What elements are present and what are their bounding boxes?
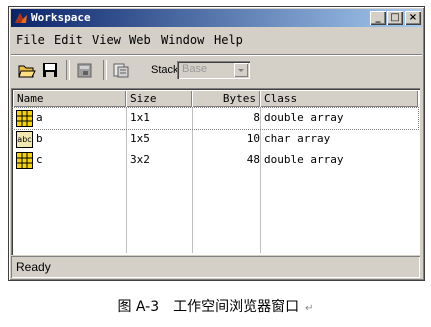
- variable-class: char array: [264, 132, 331, 145]
- caption-text: 图 A-3 工作空间浏览器窗口: [117, 299, 300, 315]
- table-row[interactable]: a 1x1 8 double array: [12, 107, 419, 130]
- matlab-logo-icon: [15, 13, 27, 23]
- stack-dropdown[interactable]: Base: [177, 61, 250, 79]
- menu-file[interactable]: File: [16, 33, 45, 47]
- menu-help[interactable]: Help: [214, 33, 243, 47]
- table-row[interactable]: abc b 1x5 10 char array: [13, 129, 418, 150]
- column-header-size[interactable]: Size: [126, 90, 192, 107]
- menu-edit[interactable]: Edit: [54, 33, 83, 47]
- workspace-window: Workspace _ □ × File Edit View Web Windo…: [8, 6, 425, 281]
- menu-view[interactable]: View: [92, 33, 121, 47]
- workspace-browser-icon[interactable]: [111, 61, 131, 79]
- column-header-class[interactable]: Class: [260, 90, 418, 107]
- menu-bar: File Edit View Web Window Help: [11, 30, 422, 50]
- numeric-array-icon: [16, 152, 33, 169]
- char-array-icon: abc: [16, 131, 33, 148]
- variable-name: c: [36, 153, 43, 166]
- status-bar: Ready: [11, 256, 420, 278]
- menu-window[interactable]: Window: [161, 33, 204, 47]
- numeric-array-icon: [16, 110, 33, 127]
- variable-name: b: [36, 132, 43, 145]
- close-button[interactable]: ×: [405, 11, 421, 25]
- paragraph-mark: ↵: [305, 303, 314, 314]
- variable-bytes: 48: [246, 153, 260, 166]
- toolbar-separator: [103, 60, 107, 80]
- table-row[interactable]: c 3x2 48 double array: [13, 150, 418, 171]
- variable-class: double array: [264, 153, 344, 166]
- figure-caption: 图 A-3 工作空间浏览器窗口 ↵: [0, 296, 431, 316]
- variable-size: 1x5: [130, 132, 150, 145]
- window-title: Workspace: [31, 11, 91, 24]
- minimize-button[interactable]: _: [370, 11, 386, 25]
- save-icon[interactable]: [40, 61, 60, 79]
- stack-value: Base: [182, 63, 208, 75]
- variable-bytes: 8: [253, 111, 260, 124]
- variable-class: double array: [264, 111, 344, 124]
- chevron-down-icon[interactable]: [234, 63, 248, 77]
- open-folder-icon[interactable]: [17, 61, 37, 79]
- maximize-button[interactable]: □: [387, 11, 403, 25]
- title-bar[interactable]: Workspace _ □ ×: [11, 9, 422, 27]
- column-header-name[interactable]: Name: [13, 90, 126, 107]
- toolbar: Stack: Base: [11, 54, 422, 85]
- menu-web[interactable]: Web: [129, 33, 151, 47]
- toolbar-separator: [66, 60, 70, 80]
- variable-bytes: 10: [246, 132, 260, 145]
- variable-size: 3x2: [130, 153, 150, 166]
- status-text: Ready: [16, 260, 51, 274]
- import-icon[interactable]: [75, 61, 95, 79]
- variable-size: 1x1: [130, 111, 150, 124]
- variable-name: a: [36, 111, 43, 124]
- column-header-bytes[interactable]: Bytes: [192, 90, 260, 107]
- variables-table: Name Size Bytes Class a 1x1 8 double arr…: [11, 88, 420, 255]
